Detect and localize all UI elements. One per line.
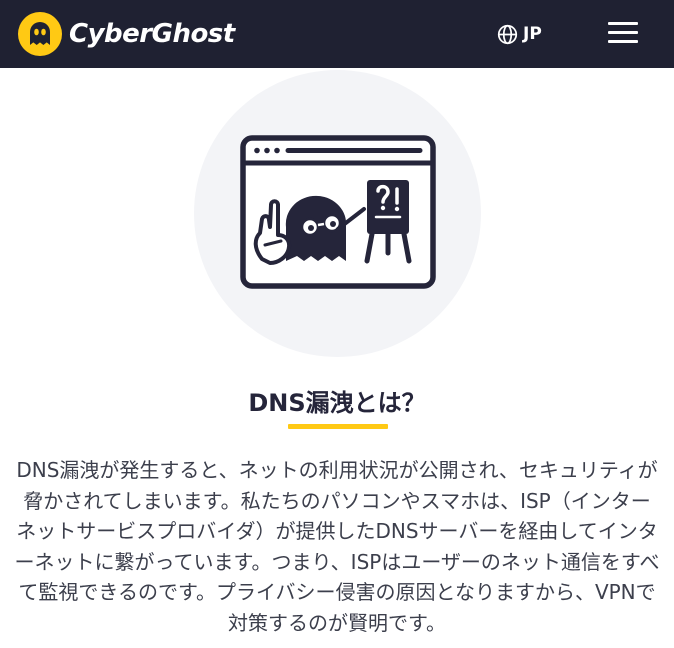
top-navigation-bar: CyberGhost JP <box>0 0 674 68</box>
hamburger-menu-button[interactable] <box>608 22 638 44</box>
menu-line <box>608 40 638 43</box>
section-paragraph: DNS漏洩が発生すると、ネットの利用状況が公開され、セキュリティが脅かされてしま… <box>14 458 660 635</box>
menu-line <box>608 31 638 34</box>
language-selector[interactable]: JP <box>497 22 542 46</box>
language-label: JP <box>523 24 542 44</box>
cyberghost-logo[interactable]: CyberGhost <box>18 12 235 56</box>
heading-underline <box>288 424 388 429</box>
menu-line <box>608 22 638 25</box>
section-heading: DNS漏洩とは？ <box>248 389 426 417</box>
cyberghost-logo-icon <box>18 12 62 56</box>
dns-leak-browser-ghost-icon <box>240 135 436 289</box>
brand-name: CyberGhost <box>69 19 235 49</box>
globe-icon <box>497 24 518 44</box>
